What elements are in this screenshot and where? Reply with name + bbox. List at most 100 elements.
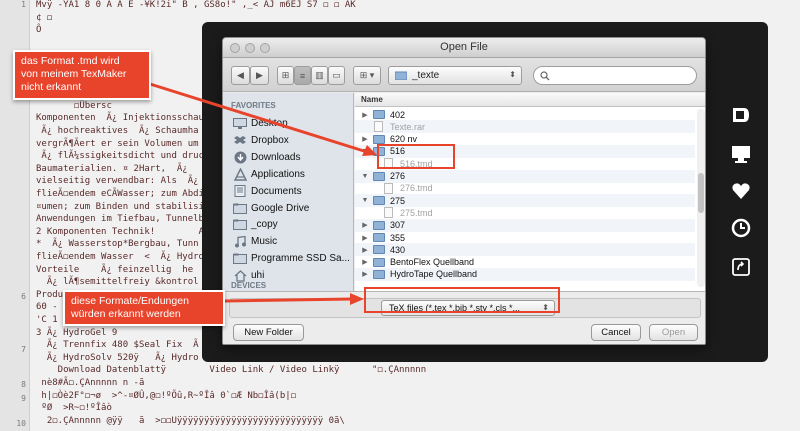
folder-icon xyxy=(373,196,385,206)
open-button[interactable]: Open xyxy=(649,324,698,341)
file-name: 430 xyxy=(390,244,406,255)
forward-button[interactable]: ▶ xyxy=(250,66,269,85)
disclosure-closed-icon[interactable]: ▶ xyxy=(361,135,369,143)
file-icon xyxy=(384,207,393,219)
back-button[interactable]: ◀ xyxy=(231,66,250,85)
disclosure-closed-icon[interactable]: ▶ xyxy=(361,258,369,266)
sidebar-item-music[interactable]: Music xyxy=(223,233,353,250)
editor-line: 60 - xyxy=(36,302,58,313)
heart-icon[interactable] xyxy=(728,180,754,202)
disclosure-closed-icon[interactable]: ▶ xyxy=(361,246,369,254)
disclosure-closed-icon[interactable]: ▶ xyxy=(361,111,369,119)
editor-line: Baumaterialien. ¤ 2Hart, Ã¿ xyxy=(36,163,188,174)
editor-line: 'C 1 xyxy=(36,315,58,325)
sidebar-item-google-drive[interactable]: Google Drive xyxy=(223,200,353,217)
path-popup[interactable]: _texte ⬍ xyxy=(388,66,522,85)
applications-icon xyxy=(233,167,247,181)
editor-line: Ã¿ lÃ¶semittelfreiy &kontrol xyxy=(36,277,199,288)
search-input[interactable] xyxy=(553,68,691,83)
file-row[interactable]: ▼ 276 xyxy=(355,169,695,183)
disclosure-closed-icon[interactable]: ▶ xyxy=(361,270,369,278)
file-name: HydroTape Quellband xyxy=(390,269,478,280)
sidebar-item-copy[interactable]: _copy xyxy=(223,216,353,233)
devices-header: DEVICES xyxy=(231,281,267,290)
arrange-button[interactable]: ⊞ ▾ xyxy=(353,66,381,85)
file-icon xyxy=(384,182,393,194)
path-label: _texte xyxy=(412,70,440,81)
folder-icon xyxy=(373,110,385,119)
downloads-icon xyxy=(233,151,247,164)
folder-icon xyxy=(233,253,247,265)
editor-line: ¢ ◻ xyxy=(36,12,53,23)
documents-icon xyxy=(233,185,247,198)
annotation-callout-top: das Format .tmd wird von meinem TexMaker… xyxy=(13,50,151,100)
sidebar-item-label: _copy xyxy=(251,219,278,231)
folder-icon xyxy=(395,71,407,80)
folder-icon xyxy=(233,219,247,231)
file-row[interactable]: ▶ 307 xyxy=(355,218,695,232)
editor-line: 2 Komponenten Technik! An xyxy=(36,226,210,237)
line-number: 6 xyxy=(21,292,26,301)
file-name: Texte.rar xyxy=(390,121,426,132)
sidebar-item-desktop[interactable]: Desktop xyxy=(223,115,353,132)
editor-line: Ã¿ hochreaktives Ã¿ Schaumha xyxy=(36,126,199,136)
file-name: 620 nv xyxy=(390,134,418,145)
sidebar-item-programme-ssd-sa[interactable]: Programme SSD Sa... xyxy=(223,250,353,267)
file-row[interactable]: 276.tmd xyxy=(355,182,695,195)
new-folder-button[interactable]: New Folder xyxy=(233,324,304,341)
search-field[interactable] xyxy=(533,66,697,85)
sidebar-item-dropbox[interactable]: Dropbox xyxy=(223,132,353,149)
file-row[interactable]: ▶ 402 xyxy=(355,108,695,121)
sidebar-item-label: Downloads xyxy=(251,151,301,163)
list-view-button[interactable]: ≡ xyxy=(294,66,311,85)
editor-line: Mvÿ -YA1 8 0 A A E -¥K!2i" B , GS8o!" ,_… xyxy=(36,0,356,10)
file-name: 276 xyxy=(390,171,406,181)
disclosure-open-icon[interactable]: ▼ xyxy=(361,197,369,204)
sidebar-item-applications[interactable]: Applications xyxy=(223,166,353,183)
disclosure-closed-icon[interactable]: ▶ xyxy=(361,234,369,242)
file-row[interactable]: ▶ BentoFlex Quellband xyxy=(355,256,695,269)
favorites-header: FAVORITES xyxy=(231,101,276,110)
disclosure-open-icon[interactable]: ▼ xyxy=(361,173,369,180)
title-bar: Open File xyxy=(223,38,705,58)
column-header-name[interactable]: Name xyxy=(355,93,705,107)
sidebar-item-documents[interactable]: Documents xyxy=(223,183,353,200)
disclosure-open-icon[interactable]: ▼ xyxy=(361,148,369,155)
file-row[interactable]: ▶ 430 xyxy=(355,243,695,257)
editor-line: Download Datenblattÿ Video Link / Video … xyxy=(36,365,427,376)
disclosure-closed-icon[interactable]: ▶ xyxy=(361,221,369,229)
line-number: 1 xyxy=(21,0,26,9)
cancel-button[interactable]: Cancel xyxy=(591,324,641,341)
icon-view-button[interactable]: ⊞ xyxy=(277,66,294,85)
file-row[interactable]: Texte.rar xyxy=(355,120,695,134)
folder-icon xyxy=(373,220,385,230)
popup-arrows-icon: ⬍ xyxy=(509,70,516,79)
file-row[interactable]: 275.tmd xyxy=(355,206,695,219)
coverflow-view-button[interactable]: ▭ xyxy=(328,66,345,85)
editor-line: Ô xyxy=(36,25,42,36)
editor-line: ºØ >R~◻!ºÎâò xyxy=(36,403,112,414)
column-view-button[interactable]: ▥ xyxy=(311,66,328,85)
line-number: 8 xyxy=(21,380,26,389)
document-icon[interactable] xyxy=(728,104,754,126)
editor-line: 2◻.ÇAnnnnn @ÿÿ ã >◻◻Uÿÿÿÿÿÿÿÿÿÿÿÿÿÿÿÿÿÿÿ… xyxy=(36,415,345,426)
dropbox-icon xyxy=(233,134,247,146)
scrollbar-thumb[interactable] xyxy=(698,173,704,213)
home-icon xyxy=(233,269,247,282)
music-icon xyxy=(233,235,247,248)
share-icon[interactable] xyxy=(728,256,754,278)
editor-line: flieÃ◻endem eCÃWasser; zum Abdi xyxy=(36,189,204,199)
editor-line: h|◻Òè2F°◻¬ø >^-¤ØÛ,@◻!ºÕû,R~ºÎâ 0`◻Æ Nb◻… xyxy=(36,390,297,401)
sidebar-item-label: Desktop xyxy=(251,118,288,129)
clock-icon[interactable] xyxy=(728,217,754,239)
sidebar-item-label: uhi xyxy=(251,270,265,282)
sidebar-item-downloads[interactable]: Downloads xyxy=(223,149,353,166)
file-list: Name ▶ 402 Texte.rar ▶ 620 nv ▼ 516 516.tmd ▼ 276… xyxy=(355,93,705,291)
monitor-icon[interactable] xyxy=(728,143,754,165)
file-row[interactable]: ▶ 355 xyxy=(355,231,695,244)
file-row[interactable]: ▼ 275 xyxy=(355,194,695,208)
line-number: 9 xyxy=(21,394,26,403)
file-icon xyxy=(374,121,383,133)
file-row[interactable]: ▶ HydroTape Quellband xyxy=(355,267,695,281)
dialog-toolbar: ◀ ▶ ⊞ ≡ ▥ ▭ ⊞ ▾ _texte ⬍ xyxy=(223,58,705,92)
